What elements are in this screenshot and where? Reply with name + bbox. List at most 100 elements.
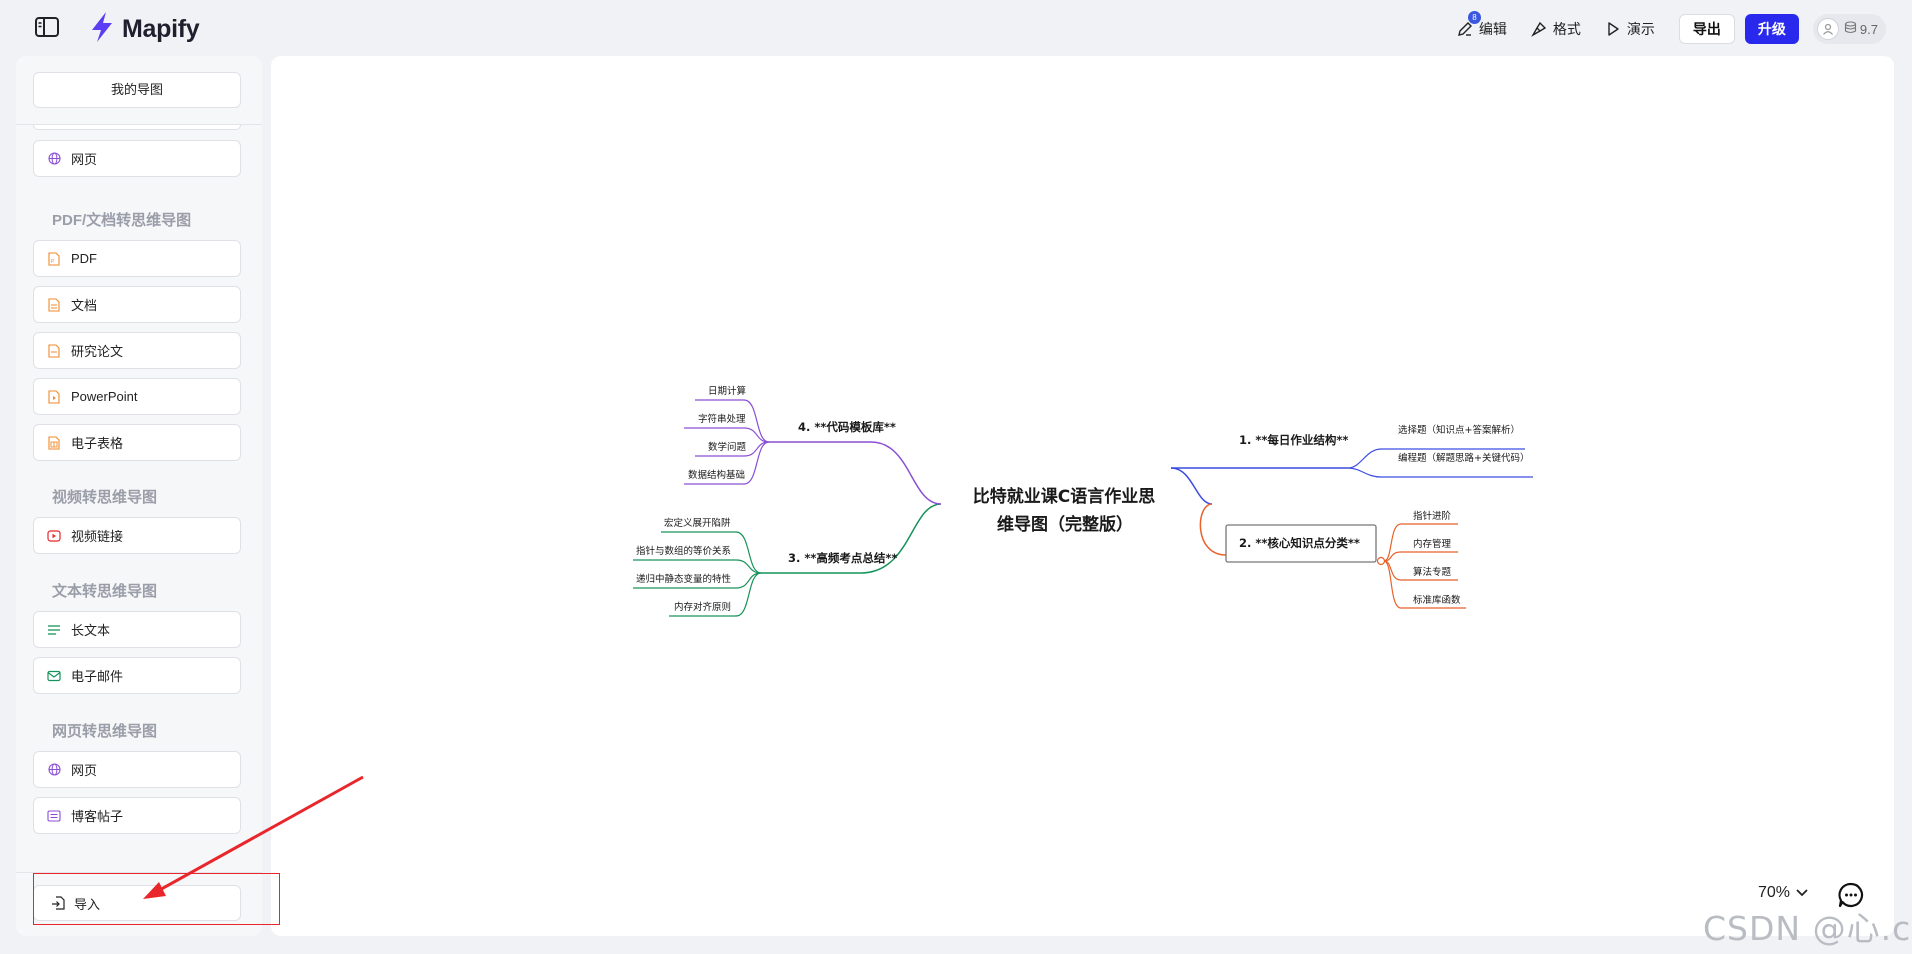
format-label: 格式 (1552, 21, 1581, 37)
child-connector (1383, 560, 1402, 609)
sidebar-item-email[interactable]: 电子邮件 (33, 657, 241, 694)
mindmap-node[interactable]: 算法专题 (1413, 566, 1452, 578)
branch-2-label[interactable]: 2. **核心知识点分类** (1239, 536, 1360, 550)
top-bar: Mapify 8 编辑 格式 演示 导出 升级 9.7 (0, 0, 1912, 56)
paper-icon (47, 343, 61, 358)
zoom-control[interactable]: 70% (1758, 884, 1808, 902)
my-maps-button[interactable]: 我的导图 (33, 72, 241, 108)
child-connector (1383, 560, 1402, 581)
scrolled-item-edge (33, 125, 241, 130)
lightning-logo-icon (86, 11, 118, 48)
sidebar-toggle-icon[interactable] (35, 17, 59, 37)
mindmap-node[interactable]: 指针进阶 (1413, 510, 1452, 522)
branch-4-label[interactable]: 4. **代码模板库** (798, 420, 896, 434)
top-nav: 8 编辑 格式 演示 导出 升级 9.7 (1457, 11, 1886, 44)
import-label: 导入 (74, 896, 101, 912)
sidebar-item-label: 电子邮件 (71, 669, 124, 684)
divider (16, 872, 262, 873)
mindmap-canvas[interactable]: 比特就业课C语言作业思 维导图（完整版） 1. **每日作业结构** 选择题（知… (271, 56, 1894, 936)
pdf-file-icon: P (47, 251, 61, 266)
format-button[interactable]: 格式 (1531, 19, 1581, 39)
section-title-web: 网页转思维导图 (52, 723, 158, 740)
branch-1-label[interactable]: 1. **每日作业结构** (1239, 433, 1348, 447)
mindmap-node[interactable]: 标准库函数 (1413, 594, 1461, 606)
child-connector (735, 572, 762, 617)
child-connector (735, 572, 762, 589)
mindmap-node[interactable]: 内存管理 (1413, 538, 1452, 550)
spreadsheet-icon (47, 435, 61, 450)
mindmap-node[interactable]: 递归中静态变量的特性 (636, 573, 732, 585)
sidebar-item-label: PDF (71, 251, 97, 266)
blog-icon (47, 809, 61, 823)
child-connector (1347, 448, 1382, 469)
pencil-icon (1457, 22, 1472, 36)
edit-label: 编辑 (1478, 21, 1507, 37)
mindmap-node[interactable]: 字符串处理 (698, 413, 746, 425)
account-chip[interactable]: 9.7 (1812, 14, 1886, 44)
mail-icon (47, 669, 61, 683)
collapse-handle[interactable] (1376, 556, 1386, 566)
child-connector (743, 399, 770, 443)
sidebar-item-label: 电子表格 (71, 436, 124, 451)
sidebar-item-label: 文档 (71, 298, 98, 313)
zoom-level: 70% (1758, 884, 1791, 901)
chevron-down-icon (1796, 889, 1808, 897)
edit-button[interactable]: 8 编辑 (1457, 11, 1507, 39)
mindmap-node[interactable]: 编程题（解题思路+关键代码） (1398, 452, 1529, 464)
upgrade-button[interactable]: 升级 (1744, 14, 1799, 44)
sidebar-item-label: 视频链接 (71, 529, 124, 544)
brand[interactable]: Mapify (86, 11, 200, 48)
child-connector (1347, 467, 1382, 478)
video-icon (47, 529, 61, 543)
import-icon (51, 896, 65, 910)
sidebar-item-label: 研究论文 (71, 344, 124, 359)
sidebar-item-label: 网页 (71, 763, 98, 778)
sidebar-item-label: PowerPoint (71, 389, 138, 404)
mindmap-node[interactable]: 选择题（知识点+答案解析） (1398, 424, 1520, 436)
mindmap: 比特就业课C语言作业思 维导图（完整版） 1. **每日作业结构** 选择题（知… (633, 385, 1533, 617)
section-title-video: 视频转思维导图 (52, 489, 158, 506)
mindmap-node[interactable]: 数学问题 (708, 441, 747, 453)
mindmap-node[interactable]: 宏定义展开陷阱 (664, 517, 731, 529)
present-button[interactable]: 演示 (1605, 19, 1655, 39)
sidebar: 我的导图 网页 PDF/文档转思维导图 P PDF 文档 研究论文 PowerP… (16, 56, 262, 936)
branch-3-label[interactable]: 3. **高频考点总结** (788, 551, 897, 565)
brush-icon (1531, 21, 1547, 37)
sidebar-item-pdf[interactable]: P PDF (33, 240, 241, 277)
svg-text:P: P (51, 259, 54, 265)
import-button[interactable]: 导入 (33, 885, 241, 921)
sidebar-item-research-paper[interactable]: 研究论文 (33, 332, 241, 369)
sidebar-item-long-text[interactable]: 长文本 (33, 611, 241, 648)
mindmap-node[interactable]: 指针与数组的等价关系 (636, 545, 731, 557)
sidebar-item-blog-post[interactable]: 博客帖子 (33, 797, 241, 834)
credits-icon (1844, 21, 1857, 37)
section-title-text: 文本转思维导图 (52, 583, 158, 600)
root-connector (1199, 503, 1227, 556)
mindmap-root[interactable]: 比特就业课C语言作业思 维导图（完整版） (973, 486, 1161, 535)
root-connector (870, 441, 942, 505)
root-line-1: 比特就业课C语言作业思 (973, 486, 1155, 507)
sidebar-item-spreadsheet[interactable]: 电子表格 (33, 424, 241, 461)
sidebar-item-label: 网页 (71, 152, 98, 167)
root-connector (1170, 467, 1213, 505)
sidebar-item-label: 博客帖子 (71, 809, 124, 824)
avatar (1816, 18, 1839, 40)
text-lines-icon (47, 623, 61, 637)
mindmap-node[interactable]: 日期计算 (708, 385, 746, 397)
globe-icon (47, 152, 61, 166)
child-connector (743, 441, 770, 485)
watermark: CSDN @心.c (1703, 909, 1912, 948)
mindmap-node[interactable]: 内存对齐原则 (674, 601, 731, 613)
document-icon (47, 297, 61, 312)
edit-badge: 8 (1467, 11, 1481, 24)
child-connector (743, 427, 770, 443)
section-title-pdf: PDF/文档转思维导图 (52, 212, 192, 229)
sidebar-item-document[interactable]: 文档 (33, 286, 241, 323)
sidebar-item-powerpoint[interactable]: PowerPoint (33, 378, 241, 415)
sidebar-item-webpage-top[interactable]: 网页 (33, 140, 241, 177)
sidebar-item-webpage[interactable]: 网页 (33, 751, 241, 788)
sidebar-item-video-link[interactable]: 视频链接 (33, 517, 241, 554)
mindmap-node[interactable]: 数据结构基础 (688, 469, 745, 481)
credits-value: 9.7 (1859, 21, 1878, 37)
export-button[interactable]: 导出 (1678, 14, 1735, 44)
